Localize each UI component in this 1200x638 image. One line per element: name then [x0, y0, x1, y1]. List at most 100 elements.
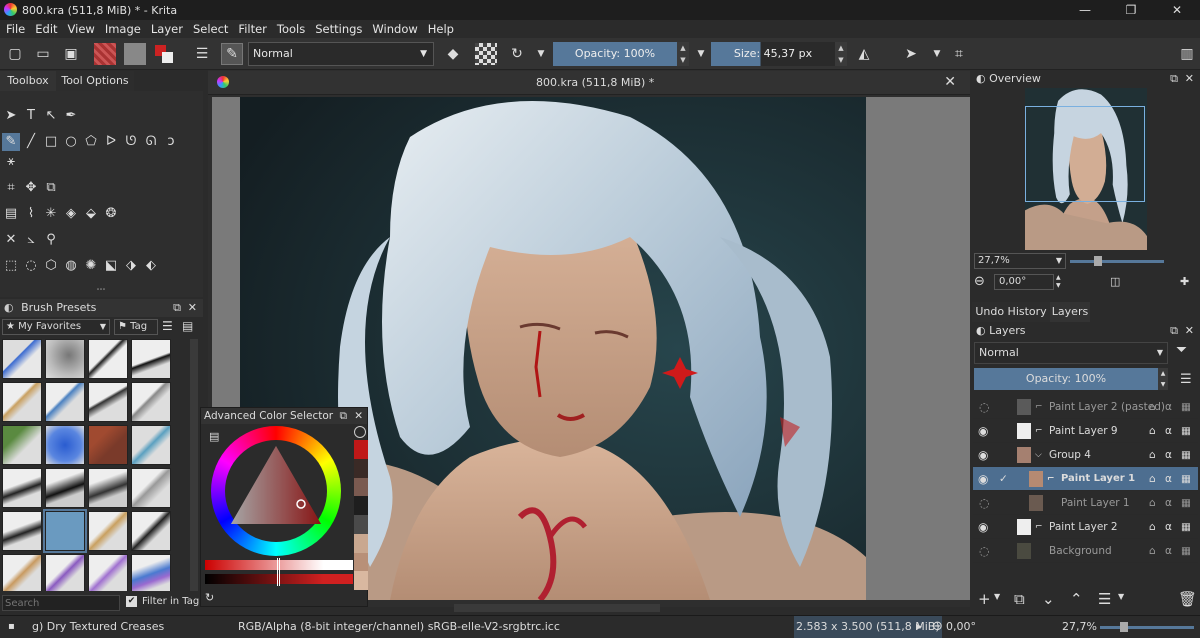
- menu-image[interactable]: Image: [105, 22, 141, 36]
- color-history[interactable]: [354, 440, 368, 590]
- mirror-vertical-icon[interactable]: ➤: [900, 43, 922, 65]
- visibility-on-icon[interactable]: ◉: [978, 467, 988, 491]
- filter-in-tag-checkbox[interactable]: ✔: [126, 596, 137, 607]
- display-options-icon[interactable]: ▤: [182, 319, 193, 333]
- gradient-swatch-icon[interactable]: [94, 43, 116, 65]
- layer-row[interactable]: ◉ ⌐ Paint Layer 9 ⌂ α ▦: [973, 419, 1198, 443]
- rect-select-icon[interactable]: ⬚: [2, 257, 20, 275]
- brush-preset[interactable]: [131, 511, 171, 551]
- hue-ring[interactable]: [211, 426, 341, 556]
- zoom-slider[interactable]: [1100, 622, 1194, 632]
- reset-color-icon[interactable]: [354, 426, 366, 438]
- brush-scrollbar[interactable]: [190, 339, 198, 591]
- menu-view[interactable]: View: [68, 22, 95, 36]
- alpha-lock-icon[interactable]: [475, 43, 497, 65]
- mirror-dropdown-icon[interactable]: ▼: [926, 43, 948, 65]
- ellipse-select-icon[interactable]: ◌: [22, 257, 40, 275]
- text-tool-icon[interactable]: T: [22, 107, 40, 125]
- opacity-spin-icon[interactable]: ▲ ▼: [677, 42, 689, 66]
- float-overview-icon[interactable]: ⧉: [1170, 70, 1178, 88]
- alpha-icon[interactable]: α: [1165, 395, 1172, 419]
- properties-dropdown-icon[interactable]: ▼: [1118, 592, 1124, 601]
- wrap-around-icon[interactable]: ⌗: [948, 43, 970, 65]
- overview-rotation-field[interactable]: 0,00°: [994, 274, 1054, 290]
- inherit-alpha-icon[interactable]: ▦: [1181, 515, 1191, 539]
- freehand-path-icon[interactable]: ᘏ: [142, 133, 160, 151]
- inherit-alpha-icon[interactable]: ▦: [1181, 419, 1191, 443]
- list-view-icon[interactable]: ☰: [162, 319, 173, 333]
- polyline-tool-icon[interactable]: ᐅ: [102, 133, 120, 151]
- blend-mode-select[interactable]: Normal ▼: [248, 42, 434, 66]
- overview-zoom-slider[interactable]: [1070, 256, 1164, 266]
- reference-images-icon[interactable]: ⚲: [42, 231, 60, 249]
- pattern-swatch-icon[interactable]: [124, 43, 146, 65]
- bezier-select-icon[interactable]: ⬗: [122, 257, 140, 275]
- layer-row[interactable]: ◉ ⌵ Group 4 ⌂ α ▦: [973, 443, 1198, 467]
- opacity-slider[interactable]: Opacity: 100%: [553, 42, 677, 66]
- brush-preset[interactable]: [131, 339, 171, 379]
- layer-row-selected[interactable]: ◉ ✓ ⌐ Paint Layer 1 ⌂ α ▦: [973, 467, 1198, 491]
- menu-edit[interactable]: Edit: [35, 22, 57, 36]
- polygon-tool-icon[interactable]: ⬠: [82, 133, 100, 151]
- tag-button[interactable]: ⚑ Tag: [114, 319, 158, 335]
- rotation-spin-icon[interactable]: ▲ ▼: [1056, 274, 1062, 290]
- brush-preset[interactable]: [131, 382, 171, 422]
- polygon-select-icon[interactable]: ⬡: [42, 257, 60, 275]
- group-collapse-icon[interactable]: ⌵: [1035, 443, 1042, 467]
- favorites-select[interactable]: ★ My Favorites ▼: [2, 319, 110, 335]
- dimensions-dropdown-icon[interactable]: ▶: [916, 616, 922, 638]
- color-picker-icon[interactable]: ⌇: [22, 205, 40, 223]
- menu-settings[interactable]: Settings: [315, 22, 362, 36]
- brush-preset[interactable]: [45, 468, 85, 508]
- brush-search-input[interactable]: [2, 595, 120, 611]
- brush-preset[interactable]: [88, 554, 128, 591]
- lock-icon[interactable]: ⌂: [1149, 395, 1156, 419]
- brush-preset[interactable]: [45, 554, 85, 591]
- brush-preset[interactable]: [2, 468, 42, 508]
- move-tool-icon[interactable]: ✥: [22, 179, 40, 197]
- transform-tool-icon[interactable]: ⧉: [42, 179, 60, 197]
- lock-icon[interactable]: ⌂: [1149, 419, 1156, 443]
- color-selector-settings-icon[interactable]: ▤: [209, 430, 219, 443]
- duplicate-layer-icon[interactable]: ⧉: [1014, 590, 1025, 608]
- eraser-icon[interactable]: ◆: [442, 43, 464, 65]
- visibility-off-icon[interactable]: ◌: [979, 539, 989, 563]
- layer-opacity-spin-icon[interactable]: ▲ ▼: [1158, 368, 1168, 390]
- close-color-panel-icon[interactable]: ✕: [354, 408, 363, 424]
- ellipse-tool-icon[interactable]: ○: [62, 133, 80, 151]
- slider-handle[interactable]: [277, 558, 280, 586]
- move-layer-up-icon[interactable]: ⌃: [1070, 590, 1083, 608]
- inherit-alpha-icon[interactable]: ▦: [1181, 491, 1191, 515]
- assistant-tool-icon[interactable]: ✕: [2, 231, 20, 249]
- document-tab[interactable]: 800.kra (511,8 MiB) * ✕: [208, 71, 970, 95]
- brush-preset[interactable]: [2, 425, 42, 465]
- opacity-dropdown-icon[interactable]: ▼: [690, 43, 712, 65]
- outline-select-icon[interactable]: ◍: [62, 257, 80, 275]
- brush-preset[interactable]: [131, 425, 171, 465]
- open-document-icon[interactable]: ▭: [32, 43, 54, 65]
- size-spin-icon[interactable]: ▲ ▼: [835, 42, 847, 66]
- alpha-icon[interactable]: α: [1165, 515, 1172, 539]
- line-tool-icon[interactable]: ╱: [22, 133, 40, 151]
- close-window-button[interactable]: ✕: [1154, 0, 1200, 20]
- visibility-off-icon[interactable]: ◌: [979, 395, 989, 419]
- brush-preset[interactable]: [2, 339, 42, 379]
- menu-filter[interactable]: Filter: [238, 22, 266, 36]
- tab-undo-history[interactable]: Undo History: [972, 302, 1050, 322]
- layer-options-icon[interactable]: ☰: [1180, 372, 1192, 387]
- inherit-alpha-icon[interactable]: ▦: [1181, 467, 1191, 491]
- fill-bucket-icon[interactable]: ◈: [62, 205, 80, 223]
- layer-blend-select[interactable]: Normal ▼: [974, 342, 1168, 364]
- reload-preset-icon[interactable]: ↻: [506, 43, 528, 65]
- contiguous-select-icon[interactable]: ✺: [82, 257, 100, 275]
- layer-row[interactable]: ◌ Paint Layer 1 ⌂ α ▦: [973, 491, 1198, 515]
- menu-window[interactable]: Window: [372, 22, 417, 36]
- fill-tool-icon[interactable]: ⬙: [82, 205, 100, 223]
- add-layer-dropdown-icon[interactable]: ▼: [994, 592, 1000, 601]
- fg-bg-color-icon[interactable]: [153, 43, 175, 65]
- alpha-icon[interactable]: α: [1165, 467, 1172, 491]
- edit-shapes-icon[interactable]: ↖: [42, 107, 60, 125]
- brush-preset-selected[interactable]: [43, 509, 87, 553]
- brush-preset[interactable]: [2, 554, 42, 591]
- menu-select[interactable]: Select: [193, 22, 228, 36]
